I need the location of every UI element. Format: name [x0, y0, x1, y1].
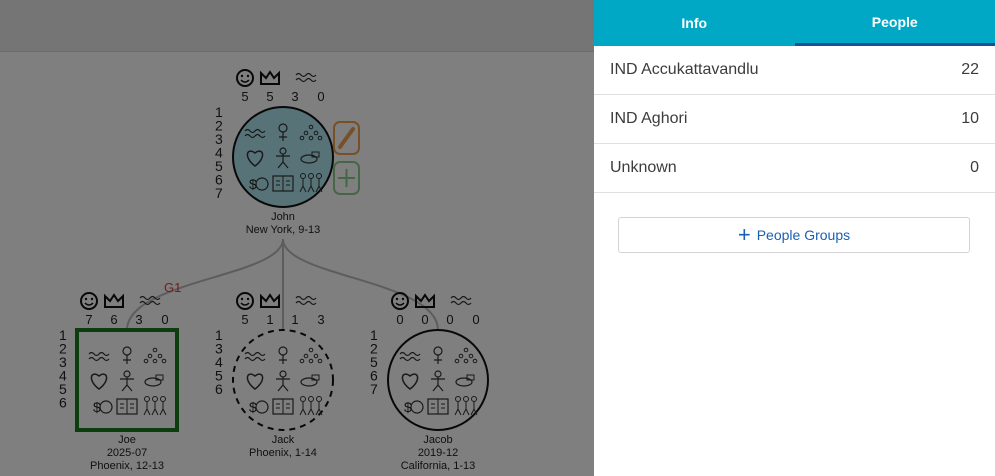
tab-people[interactable]: People: [794, 0, 995, 46]
group-count: 22: [961, 61, 979, 78]
add-people-group-button[interactable]: + People Groups: [618, 217, 970, 253]
group-name: IND Accukattavandlu: [610, 61, 759, 78]
group-count: 0: [970, 159, 979, 176]
list-item[interactable]: IND Accukattavandlu 22: [594, 46, 995, 95]
add-people-group-label: People Groups: [756, 227, 851, 243]
plus-icon: +: [737, 222, 751, 247]
tab-info[interactable]: Info: [594, 0, 795, 46]
group-name: Unknown: [610, 159, 677, 176]
list-item[interactable]: IND Aghori 10: [594, 95, 995, 144]
group-count: 10: [961, 110, 979, 127]
list-item[interactable]: Unknown 0: [594, 144, 995, 193]
details-panel: Info People IND Accukattavandlu 22 IND A…: [594, 0, 995, 476]
modal-overlay[interactable]: [0, 0, 594, 476]
panel-tabs: Info People: [594, 0, 995, 46]
people-group-list: IND Accukattavandlu 22 IND Aghori 10 Unk…: [594, 46, 995, 193]
group-name: IND Aghori: [610, 110, 688, 127]
tree-canvas[interactable]: G155301234567$JohnNew York, 9-1376301234…: [0, 0, 594, 476]
